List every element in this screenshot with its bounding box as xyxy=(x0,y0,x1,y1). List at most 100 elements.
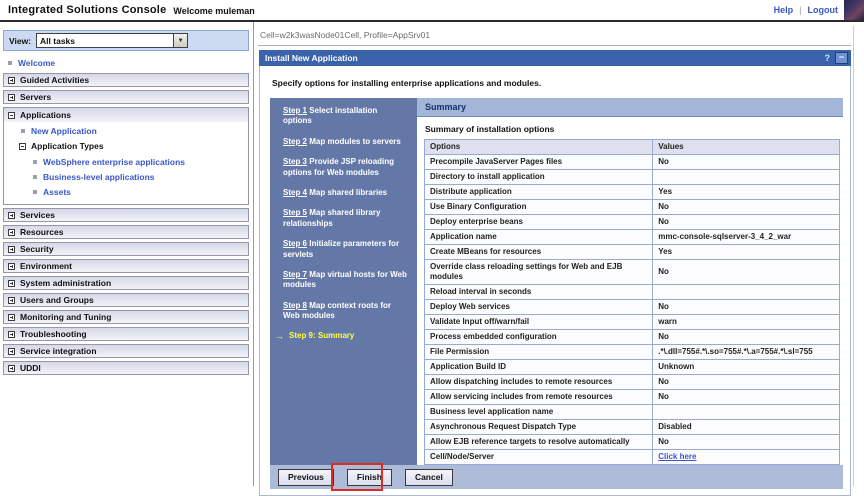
values-column-header: Values xyxy=(653,140,840,155)
sidebar-section-environment[interactable]: Environment xyxy=(3,259,249,273)
expand-icon[interactable] xyxy=(8,331,15,338)
wizard-step-9-current: → Step 9: Summary xyxy=(270,326,417,348)
expand-icon[interactable] xyxy=(8,229,15,236)
wizard-step-8[interactable]: Step 8 Map context roots for Web modules xyxy=(270,296,417,327)
sidebar-section-applications: Applications New Application Application… xyxy=(3,107,249,205)
bullet-icon xyxy=(8,61,12,65)
logout-link[interactable]: Logout xyxy=(808,5,839,15)
panel-help-icon[interactable]: ? xyxy=(825,53,831,63)
sidebar-item-welcome[interactable]: Welcome xyxy=(3,56,249,73)
table-row: Use Binary Configuration No xyxy=(425,200,840,215)
sidebar-section-services[interactable]: Services xyxy=(3,208,249,222)
welcome-user-text: Welcome muleman xyxy=(173,6,254,16)
sidebar-section-guided-activities[interactable]: Guided Activities xyxy=(3,73,249,87)
wizard-step-5[interactable]: Step 5 Map shared library relationships xyxy=(270,203,417,234)
previous-button[interactable]: Previous xyxy=(278,469,334,486)
sidebar-section-uddi[interactable]: UDDI xyxy=(3,361,249,375)
table-row: Create MBeans for resources Yes xyxy=(425,245,840,260)
summary-title: Summary xyxy=(417,98,843,117)
console-banner: Integrated Solutions Console Welcome mul… xyxy=(0,0,864,22)
dropdown-arrow-icon[interactable]: ▼ xyxy=(173,34,187,47)
sidebar-section-system-administration[interactable]: System administration xyxy=(3,276,249,290)
table-row: File Permission .*\.dll=755#.*\.so=755#.… xyxy=(425,345,840,360)
wizard-instruction: Specify options for installing enterpris… xyxy=(270,74,843,98)
install-new-application-panel: Install New Application ? − Specify opti… xyxy=(259,50,851,496)
sidebar-item-websphere-enterprise-applications[interactable]: WebSphere enterprise applications xyxy=(4,154,248,169)
table-row: Allow EJB reference targets to resolve a… xyxy=(425,435,840,450)
sidebar-section-applications-header[interactable]: Applications xyxy=(4,108,248,122)
expand-icon[interactable] xyxy=(8,348,15,355)
collapse-icon[interactable] xyxy=(8,112,15,119)
wizard-step-1[interactable]: Step 1 Select installation options xyxy=(270,101,417,132)
sidebar-item-application-types[interactable]: Application Types xyxy=(4,138,248,154)
bullet-icon xyxy=(33,175,37,179)
console-title: Integrated Solutions Console xyxy=(8,4,166,16)
sidebar-item-business-level-applications[interactable]: Business-level applications xyxy=(4,169,248,184)
table-row: Deploy enterprise beans No xyxy=(425,215,840,230)
breadcrumb: Cell=w2k3wasNode01Cell, Profile=AppSrv01 xyxy=(258,22,851,46)
work-area: Cell=w2k3wasNode01Cell, Profile=AppSrv01… xyxy=(254,22,864,486)
help-link[interactable]: Help xyxy=(774,5,794,15)
sidebar-section-resources[interactable]: Resources xyxy=(3,225,249,239)
page-edge-divider xyxy=(853,26,854,486)
sidebar-section-monitoring-and-tuning[interactable]: Monitoring and Tuning xyxy=(3,310,249,324)
panel-minimize-icon[interactable]: − xyxy=(835,52,848,64)
expand-icon[interactable] xyxy=(8,365,15,372)
table-row: Application Build ID Unknown xyxy=(425,360,840,375)
expand-icon[interactable] xyxy=(8,297,15,304)
wizard-step-4[interactable]: Step 4 Map shared libraries xyxy=(270,183,417,203)
wizard-step-7[interactable]: Step 7 Map virtual hosts for Web modules xyxy=(270,265,417,296)
panel-title: Install New Application xyxy=(265,53,358,63)
sidebar-item-new-application[interactable]: New Application xyxy=(4,123,248,138)
view-select-value: All tasks xyxy=(37,36,75,46)
table-header-row: Options Values xyxy=(425,140,840,155)
expand-icon[interactable] xyxy=(8,94,15,101)
table-row: Distribute application Yes xyxy=(425,185,840,200)
sidebar-section-security[interactable]: Security xyxy=(3,242,249,256)
expand-icon[interactable] xyxy=(8,77,15,84)
expand-icon[interactable] xyxy=(8,280,15,287)
expand-icon[interactable] xyxy=(8,212,15,219)
summary-section: Summary Summary of installation options … xyxy=(417,98,843,465)
bullet-icon xyxy=(21,129,25,133)
current-step-arrow-icon: → xyxy=(275,331,284,343)
wizard-step-6[interactable]: Step 6 Initialize parameters for servlet… xyxy=(270,234,417,265)
expand-icon[interactable] xyxy=(8,314,15,321)
view-label: View: xyxy=(9,36,31,46)
table-row: Precompile JavaServer Pages files No xyxy=(425,155,840,170)
expand-icon[interactable] xyxy=(8,263,15,270)
view-select[interactable]: All tasks ▼ xyxy=(36,33,188,48)
sidebar-section-service-integration[interactable]: Service integration xyxy=(3,344,249,358)
table-row: Allow dispatching includes to remote res… xyxy=(425,375,840,390)
table-row: Application name mmc-console-sqlserver-3… xyxy=(425,230,840,245)
sidebar-section-servers[interactable]: Servers xyxy=(3,90,249,104)
bullet-icon xyxy=(33,190,37,194)
summary-table: Options Values Precompile JavaServer Pag… xyxy=(424,139,840,465)
table-row: Deploy Web services No xyxy=(425,300,840,315)
options-column-header: Options xyxy=(425,140,653,155)
table-row: Cell/Node/Server Click here xyxy=(425,450,840,465)
wizard-button-bar: Previous Finish Cancel xyxy=(270,465,843,489)
navigation-sidebar: View: All tasks ▼ Welcome Guided Activit… xyxy=(0,22,254,486)
table-row: Directory to install application xyxy=(425,170,840,185)
sidebar-section-users-and-groups[interactable]: Users and Groups xyxy=(3,293,249,307)
wizard-steps-panel: Step 1 Select installation options Step … xyxy=(270,98,417,465)
table-row: Process embedded configuration No xyxy=(425,330,840,345)
click-here-link[interactable]: Click here xyxy=(658,452,696,461)
panel-titlebar: Install New Application ? − xyxy=(259,50,851,66)
cancel-button[interactable]: Cancel xyxy=(405,469,453,486)
sidebar-section-troubleshooting[interactable]: Troubleshooting xyxy=(3,327,249,341)
link-separator: | xyxy=(799,5,801,15)
table-row: Asynchronous Request Dispatch Type Disab… xyxy=(425,420,840,435)
table-row: Validate Input off/warn/fail warn xyxy=(425,315,840,330)
wizard-step-2[interactable]: Step 2 Map modules to servers xyxy=(270,132,417,152)
sidebar-item-assets[interactable]: Assets xyxy=(4,184,248,199)
expand-icon[interactable] xyxy=(8,246,15,253)
table-row: Override class reloading settings for We… xyxy=(425,260,840,285)
table-row: Business level application name xyxy=(425,405,840,420)
summary-subtitle: Summary of installation options xyxy=(424,122,840,139)
collapse-icon[interactable] xyxy=(19,143,26,150)
finish-button[interactable]: Finish xyxy=(347,469,392,486)
wizard-step-3[interactable]: Step 3 Provide JSP reloading options for… xyxy=(270,152,417,183)
table-row: Allow servicing includes from remote res… xyxy=(425,390,840,405)
